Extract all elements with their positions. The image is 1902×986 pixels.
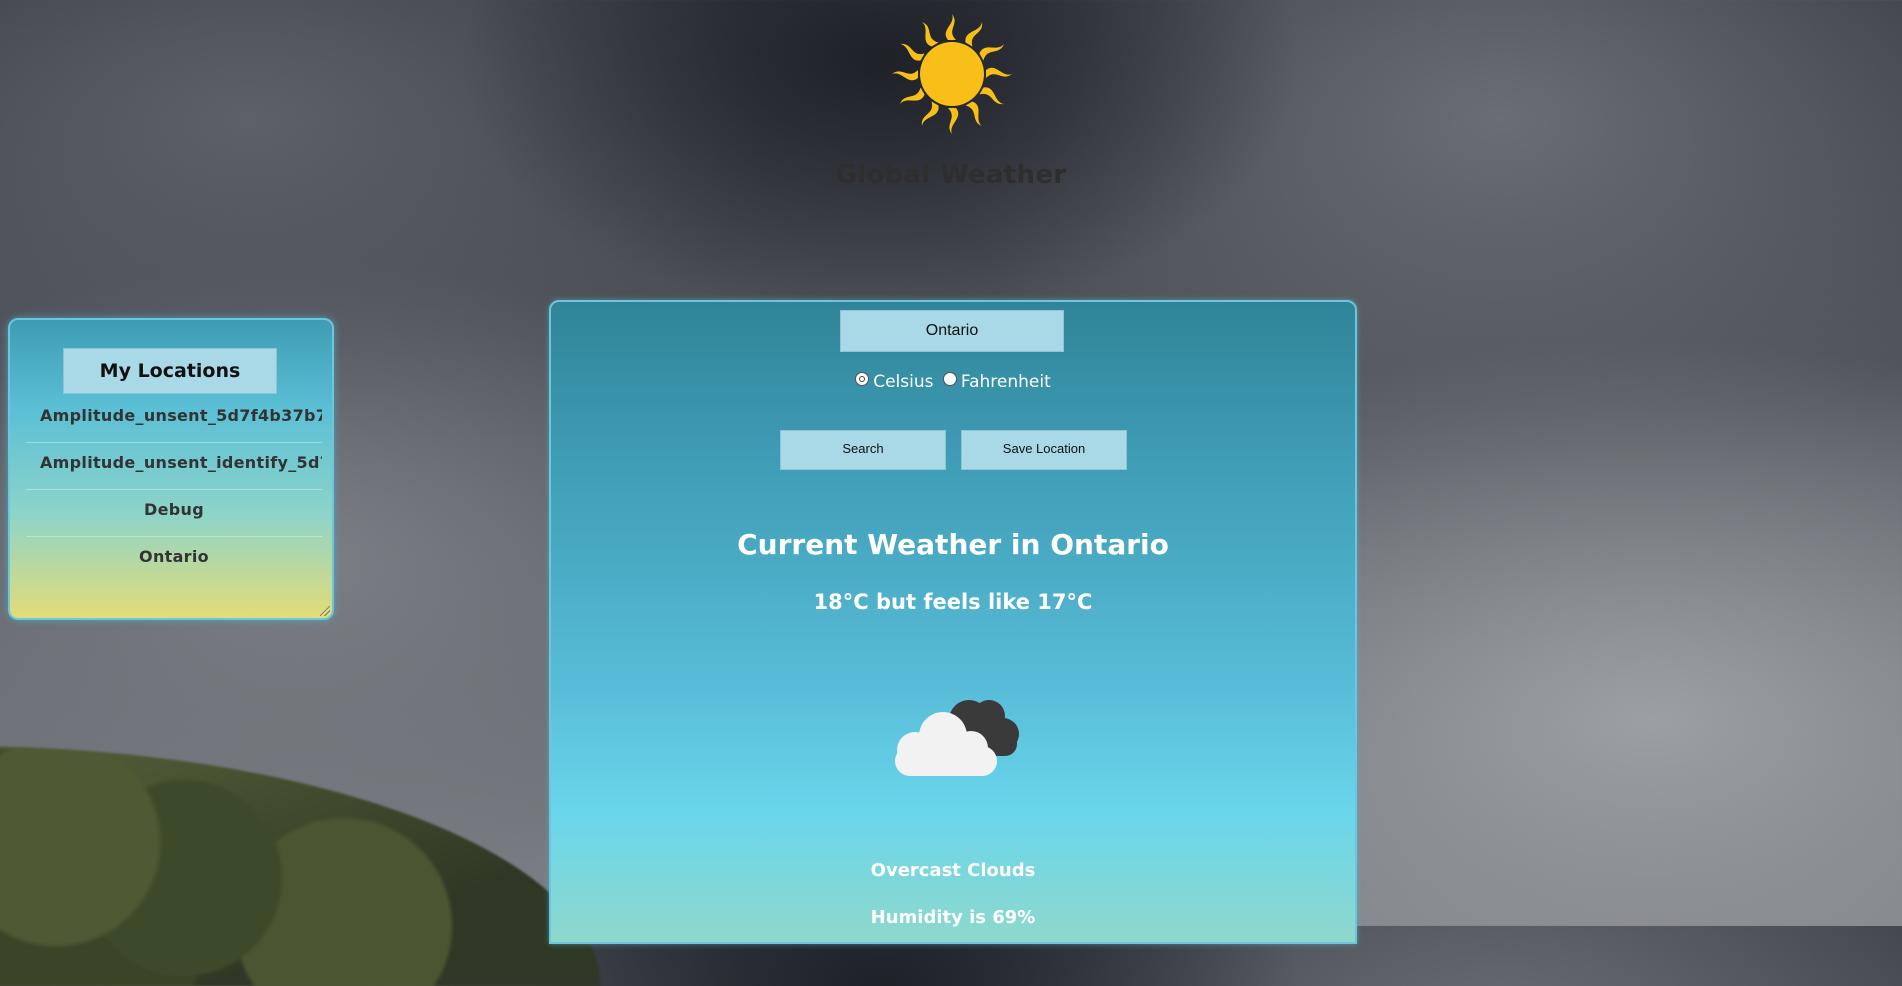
- location-item[interactable]: Ontario: [26, 537, 322, 583]
- temperature-text: 18°C but feels like 17°C: [813, 590, 1093, 614]
- my-locations-title: My Locations: [63, 348, 277, 394]
- current-weather-heading: Current Weather in Ontario: [737, 528, 1169, 561]
- fahrenheit-label: Fahrenheit: [960, 372, 1051, 392]
- app-title: Global Weather: [835, 160, 1067, 190]
- background-hillside: [0, 746, 600, 986]
- humidity-text: Humidity is 69%: [870, 907, 1036, 928]
- celsius-option[interactable]: Celsius: [855, 372, 939, 392]
- search-button[interactable]: Search: [780, 430, 946, 470]
- celsius-radio[interactable]: [855, 372, 870, 386]
- my-locations-panel: My Locations Amplitude_unsent_5d7f4b37b7…: [8, 318, 334, 620]
- unit-selector: Celsius Fahrenheit: [551, 372, 1355, 392]
- location-item[interactable]: Debug: [26, 490, 322, 537]
- weather-panel: Celsius Fahrenheit Search Save Location …: [549, 300, 1357, 944]
- fahrenheit-radio[interactable]: [942, 372, 957, 386]
- location-item[interactable]: Amplitude_unsent_5d7f4b37b72ef910: [26, 396, 322, 443]
- fahrenheit-option[interactable]: Fahrenheit: [942, 372, 1051, 392]
- sun-icon: [892, 14, 1012, 134]
- location-search-input[interactable]: [840, 310, 1064, 352]
- weather-description: Overcast Clouds: [870, 860, 1036, 881]
- resize-handle[interactable]: [320, 606, 330, 616]
- location-item[interactable]: Amplitude_unsent_identify_5d7f4b37b: [26, 443, 322, 490]
- save-location-button[interactable]: Save Location: [961, 430, 1127, 470]
- locations-list: Amplitude_unsent_5d7f4b37b72ef910 Amplit…: [26, 396, 322, 583]
- overcast-clouds-icon: [895, 700, 1019, 776]
- celsius-label: Celsius: [873, 372, 934, 392]
